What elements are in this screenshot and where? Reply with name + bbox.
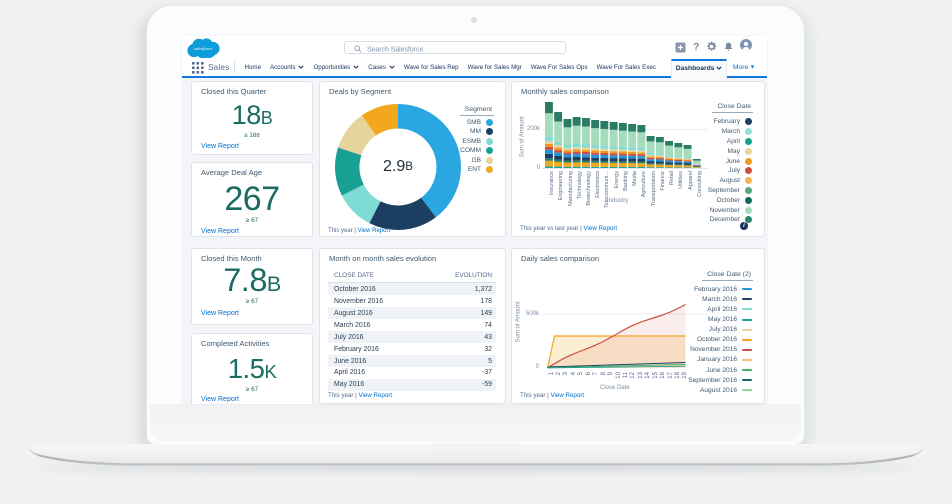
- svg-text:salesforce: salesforce: [194, 46, 212, 51]
